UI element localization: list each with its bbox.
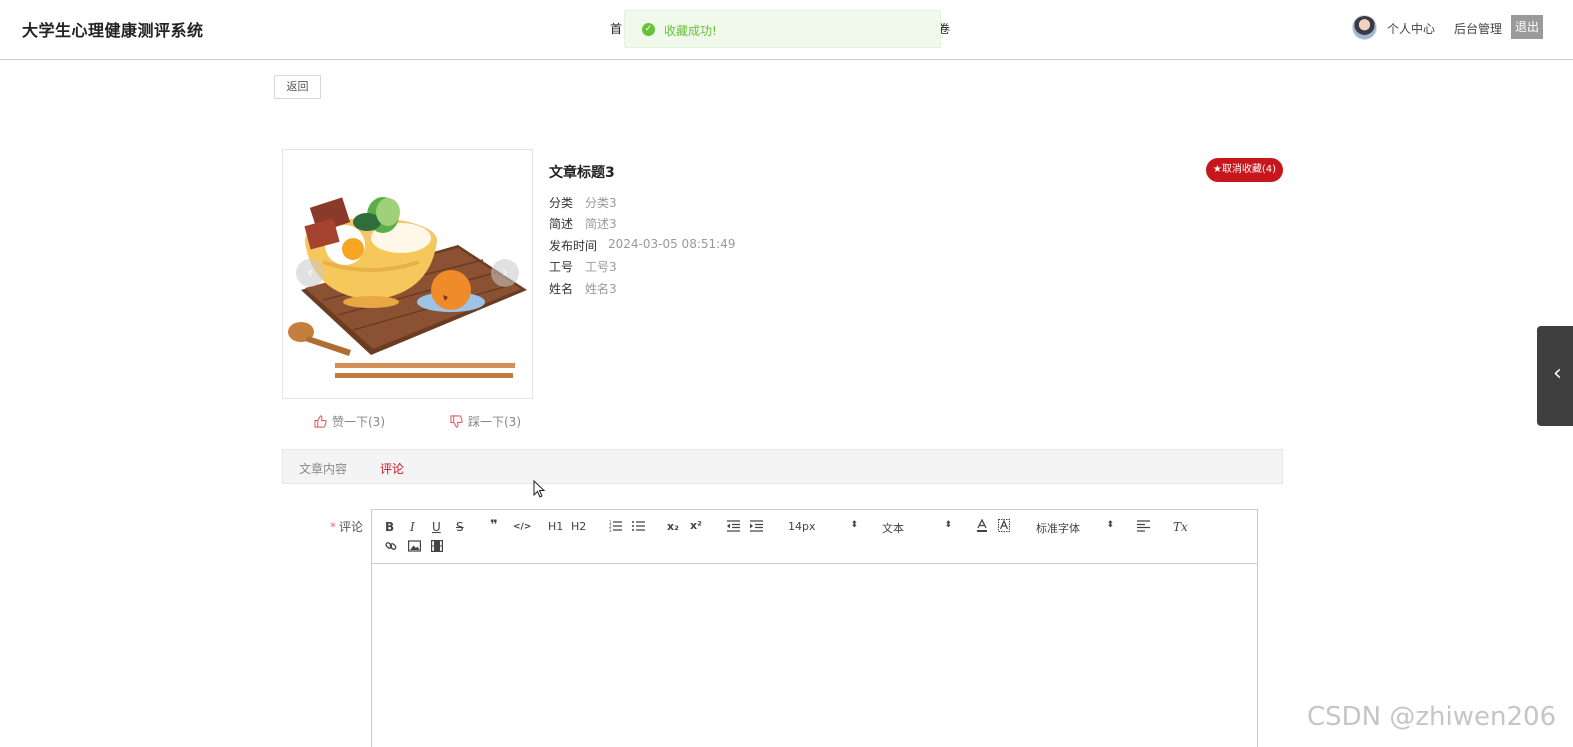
underline-button[interactable]: U xyxy=(432,519,441,535)
employee-id-value: 工号3 xyxy=(585,260,617,274)
site-title: 大学生心理健康测评系统 xyxy=(22,21,204,40)
comment-field-label: * 评论 xyxy=(330,518,363,535)
indent-button[interactable] xyxy=(750,520,763,532)
publish-time-value: 2024-03-05 08:51:49 xyxy=(608,237,736,251)
profile-link[interactable]: 个人中心 xyxy=(1387,20,1435,37)
subscript-button[interactable]: x₂ xyxy=(667,519,679,535)
thumbs-up-icon xyxy=(314,415,327,428)
summary-label: 简述 xyxy=(549,217,574,231)
font-size-select[interactable]: 14px ⬍ xyxy=(788,520,858,534)
tab-comments[interactable]: 评论 xyxy=(380,460,404,477)
editor-toolbar: B I U S ❞ </> H1 H2 123 x₂ x² 14px ⬍ 文本 ⬍ xyxy=(372,510,1257,564)
font-color-icon xyxy=(977,519,987,532)
svg-text:3: 3 xyxy=(609,528,612,532)
bullet-list-button[interactable] xyxy=(632,520,645,532)
thumbs-up-button[interactable]: 赞一下(3) xyxy=(314,413,385,430)
nav-item-home[interactable]: 首 xyxy=(610,20,622,37)
quote-button[interactable]: ❞ xyxy=(490,518,498,534)
chevron-left-icon: ‹ xyxy=(1553,361,1562,386)
thumbs-down-icon xyxy=(450,415,463,428)
category-value: 分类3 xyxy=(585,196,617,210)
side-panel-toggle[interactable]: ‹ xyxy=(1537,326,1573,426)
insert-link-button[interactable] xyxy=(385,540,397,552)
admin-link[interactable]: 后台管理 xyxy=(1454,20,1502,37)
image-icon xyxy=(408,540,421,552)
align-button[interactable] xyxy=(1137,520,1150,532)
employee-id-label: 工号 xyxy=(549,260,574,274)
comment-textarea[interactable] xyxy=(372,565,1257,747)
select-arrows-icon: ⬍ xyxy=(1106,520,1114,530)
carousel-prev-arrow[interactable]: ‹ xyxy=(296,259,324,287)
insert-video-button[interactable] xyxy=(431,540,443,552)
ordered-list-icon: 123 xyxy=(609,520,622,532)
paragraph-format-select[interactable]: 文本 ⬍ xyxy=(882,520,952,535)
superscript-button[interactable]: x² xyxy=(690,518,702,534)
thumbs-down-button[interactable]: 踩一下(3) xyxy=(450,413,521,430)
font-size-value: 14px xyxy=(788,520,816,533)
select-arrows-icon: ⬍ xyxy=(944,520,952,530)
paragraph-format-value: 文本 xyxy=(882,522,904,535)
font-family-value: 标准字体 xyxy=(1036,522,1080,535)
heading2-button[interactable]: H2 xyxy=(571,519,586,535)
clear-format-button[interactable]: Tx xyxy=(1173,519,1188,535)
thumbs-down-label: 踩一下(3) xyxy=(468,415,521,429)
italic-button[interactable]: I xyxy=(410,519,415,535)
link-icon xyxy=(385,542,397,550)
toast-message: 收藏成功! xyxy=(664,24,717,38)
carousel-next-arrow[interactable]: › xyxy=(491,259,519,287)
article-title: 文章标题3 xyxy=(549,165,615,181)
watermark: CSDN @zhiwen206 xyxy=(1307,702,1557,732)
summary-value: 简述3 xyxy=(585,217,617,231)
comment-rich-editor: B I U S ❞ </> H1 H2 123 x₂ x² 14px ⬍ 文本 ⬍ xyxy=(371,509,1258,747)
background-color-icon xyxy=(998,519,1010,532)
align-left-icon xyxy=(1137,520,1150,532)
outdent-button[interactable] xyxy=(727,520,740,532)
bullet-list-icon xyxy=(632,521,645,531)
name-value: 姓名3 xyxy=(585,282,617,296)
bold-button[interactable]: B xyxy=(385,519,394,535)
tab-article-content[interactable]: 文章内容 xyxy=(299,460,347,477)
indent-icon xyxy=(750,520,763,532)
back-button[interactable]: 返回 xyxy=(274,75,321,99)
background-color-button[interactable] xyxy=(998,519,1010,532)
strikethrough-button[interactable]: S xyxy=(456,519,464,535)
category-label: 分类 xyxy=(549,196,574,210)
outdent-icon xyxy=(727,520,740,532)
check-circle-icon: ✓ xyxy=(642,23,655,36)
insert-image-button[interactable] xyxy=(408,540,421,552)
select-arrows-icon: ⬍ xyxy=(850,520,858,530)
comment-label-text: 评论 xyxy=(339,520,364,534)
font-color-button[interactable] xyxy=(976,519,988,532)
thumbs-up-label: 赞一下(3) xyxy=(332,415,385,429)
publish-time-label: 发布时间 xyxy=(549,239,598,253)
font-family-select[interactable]: 标准字体 ⬍ xyxy=(1036,520,1114,535)
heading1-button[interactable]: H1 xyxy=(548,519,563,535)
logout-button[interactable]: 退出 xyxy=(1511,15,1543,39)
code-block-button[interactable]: </> xyxy=(513,519,531,535)
required-mark: * xyxy=(330,520,336,534)
mouse-cursor-icon xyxy=(533,480,546,498)
article-tabs: 文章内容 评论 xyxy=(282,449,1283,484)
name-label: 姓名 xyxy=(549,282,574,296)
ordered-list-button[interactable]: 123 xyxy=(609,520,622,532)
unfavorite-button[interactable]: ★取消收藏(4) xyxy=(1206,158,1283,182)
success-toast: ✓ 收藏成功! xyxy=(624,10,941,48)
video-icon xyxy=(431,540,443,552)
avatar[interactable] xyxy=(1352,15,1377,40)
